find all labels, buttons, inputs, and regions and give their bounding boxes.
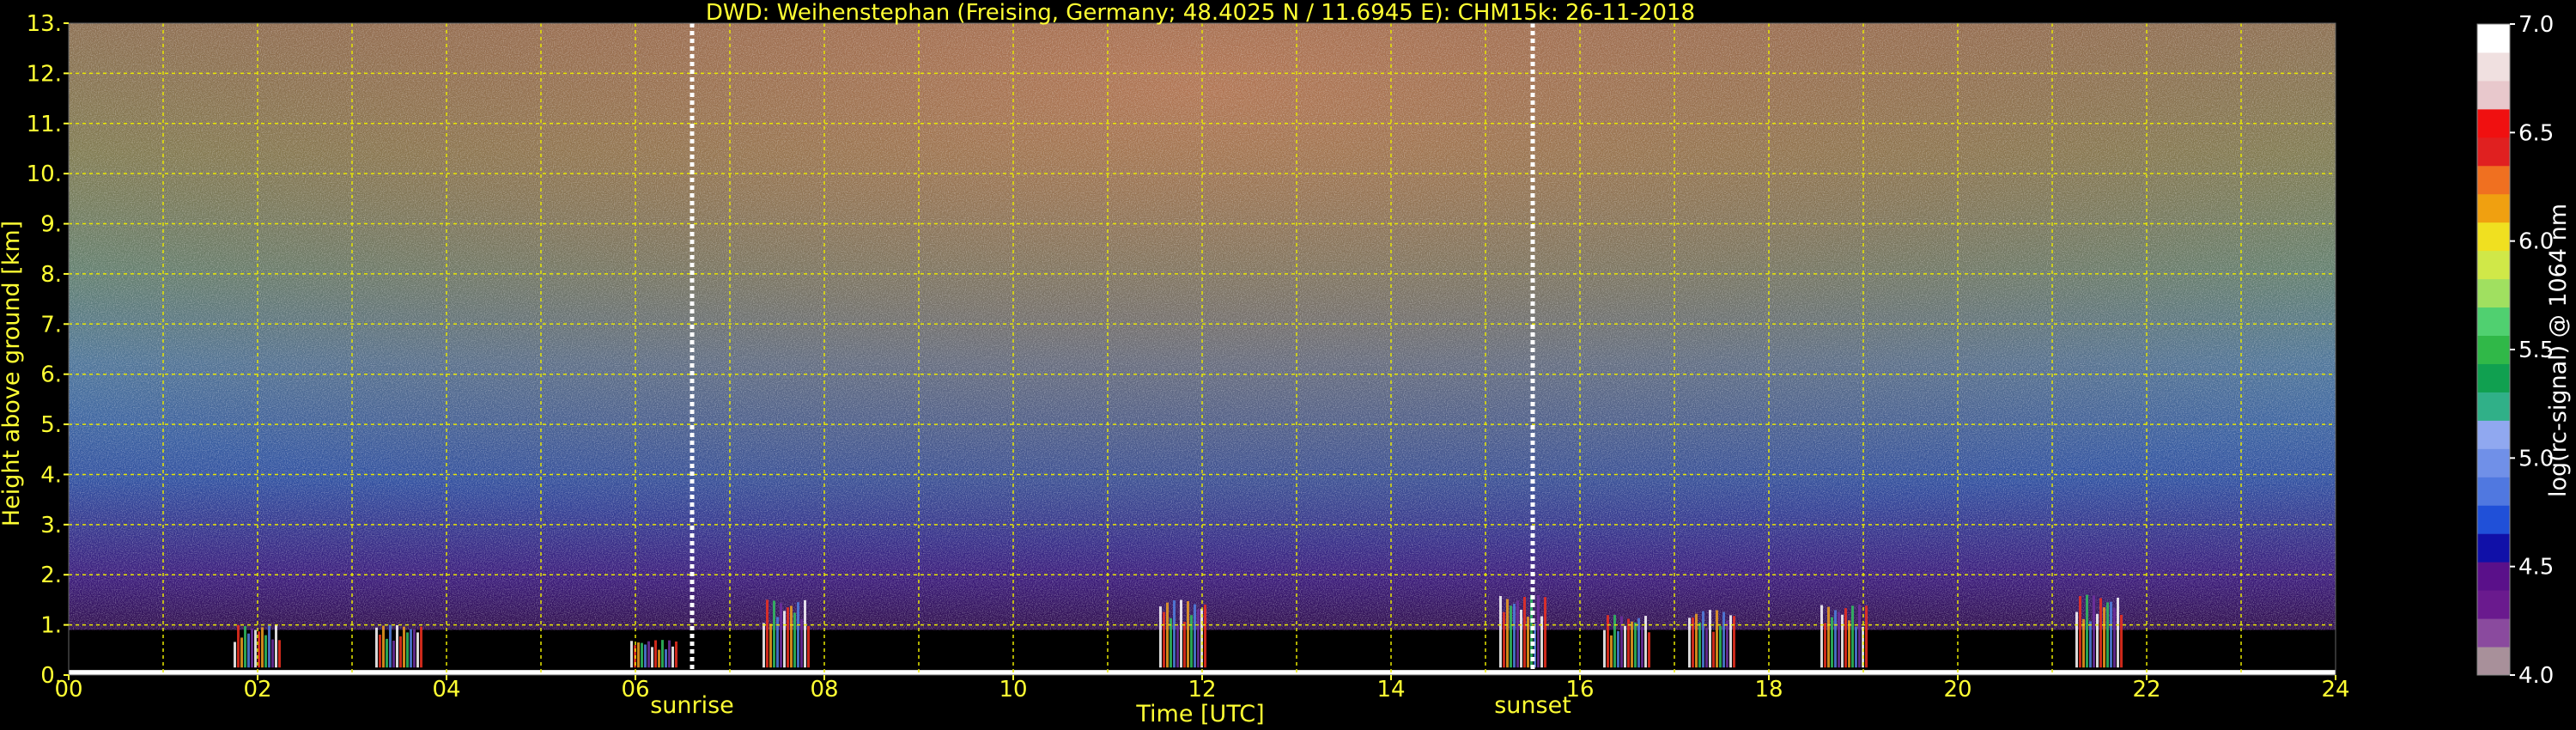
colorbar-segment <box>2477 307 2510 337</box>
colorbar-tick-label: 6.5 <box>2518 120 2554 146</box>
y-tick-label: 0. <box>40 663 62 689</box>
colorbar-segment <box>2477 137 2510 167</box>
ceilometer-chart: sunrise sunset 00 02 04 06 08 10 12 14 16 18 20 22 24… <box>0 0 2572 727</box>
y-tick-label: 1. <box>40 613 62 639</box>
colorbar-segment <box>2477 448 2510 478</box>
y-tick-label: 12. <box>27 61 62 87</box>
y-tick-label: 7. <box>40 312 62 338</box>
x-tick-label: 02 <box>243 677 271 703</box>
x-tick-label: 24 <box>2321 677 2349 703</box>
colorbar-segment <box>2477 392 2510 421</box>
colorbar-segment <box>2477 505 2510 534</box>
colorbar-segment <box>2477 250 2510 280</box>
colorbar-segment <box>2477 420 2510 449</box>
chart-title: DWD: Weihenstephan (Freising, Germany; 4… <box>706 0 1695 26</box>
y-axis-label: Height above ground [km] <box>0 221 25 526</box>
colorbar-segment <box>2477 363 2510 392</box>
y-tick-label: 9. <box>40 212 62 238</box>
y-tick-label: 10. <box>27 161 62 187</box>
x-tick-label: 18 <box>1754 677 1783 703</box>
colorbar-label: log(rc-signal) @ 1064 nm <box>2545 204 2572 497</box>
colorbar-segment <box>2477 108 2510 138</box>
colorbar-segment <box>2477 477 2510 506</box>
colorbar-segment <box>2477 193 2510 223</box>
x-tick-label: 14 <box>1376 677 1405 703</box>
x-tick-label: 10 <box>999 677 1027 703</box>
y-axis: 0. 1. 2. 3. 4. 5. 6. 7. 8. 9. 10. 11. 12. 13. <box>27 11 69 689</box>
colorbar-segment <box>2477 618 2510 648</box>
colorbar-segment <box>2477 24 2510 53</box>
x-axis-label: Time [UTC] <box>1135 701 1264 727</box>
colorbar-segment <box>2477 533 2510 563</box>
colorbar-segment <box>2477 278 2510 308</box>
colorbar-segment <box>2477 222 2510 252</box>
y-tick-label: 6. <box>40 362 62 388</box>
colorbar-segment <box>2477 52 2510 82</box>
colorbar-segment <box>2477 647 2510 676</box>
x-tick-label: 06 <box>621 677 649 703</box>
sun-marker-label: sunrise <box>650 692 734 719</box>
y-tick-label: 11. <box>27 112 62 137</box>
x-tick-label: 08 <box>810 677 838 703</box>
x-tick-label: 22 <box>2132 677 2160 703</box>
colorbar-tick-label: 4.0 <box>2518 663 2554 689</box>
y-tick-label: 8. <box>40 262 62 288</box>
x-tick-label: 12 <box>1188 677 1216 703</box>
colorbar-segment <box>2477 562 2510 591</box>
colorbar-tick-label: 4.5 <box>2518 555 2554 581</box>
x-tick-label: 16 <box>1565 677 1594 703</box>
y-tick-label: 13. <box>27 11 62 37</box>
x-tick-label: 20 <box>1943 677 1971 703</box>
colorbar-segment <box>2477 165 2510 195</box>
y-tick-label: 2. <box>40 563 62 588</box>
colorbar-segment <box>2477 335 2510 364</box>
sun-marker-label: sunset <box>1494 692 1571 719</box>
y-tick-label: 4. <box>40 462 62 488</box>
colorbar-segment <box>2477 590 2510 619</box>
x-axis: 00 02 04 06 08 10 12 14 16 18 20 22 24 <box>54 675 2350 703</box>
y-tick-label: 3. <box>40 513 62 538</box>
colorbar-segment <box>2477 80 2510 110</box>
x-tick-label: 04 <box>432 677 460 703</box>
colorbar-tick-label: 7.0 <box>2518 12 2554 38</box>
colorbar <box>2476 23 2511 676</box>
y-tick-label: 5. <box>40 412 62 438</box>
